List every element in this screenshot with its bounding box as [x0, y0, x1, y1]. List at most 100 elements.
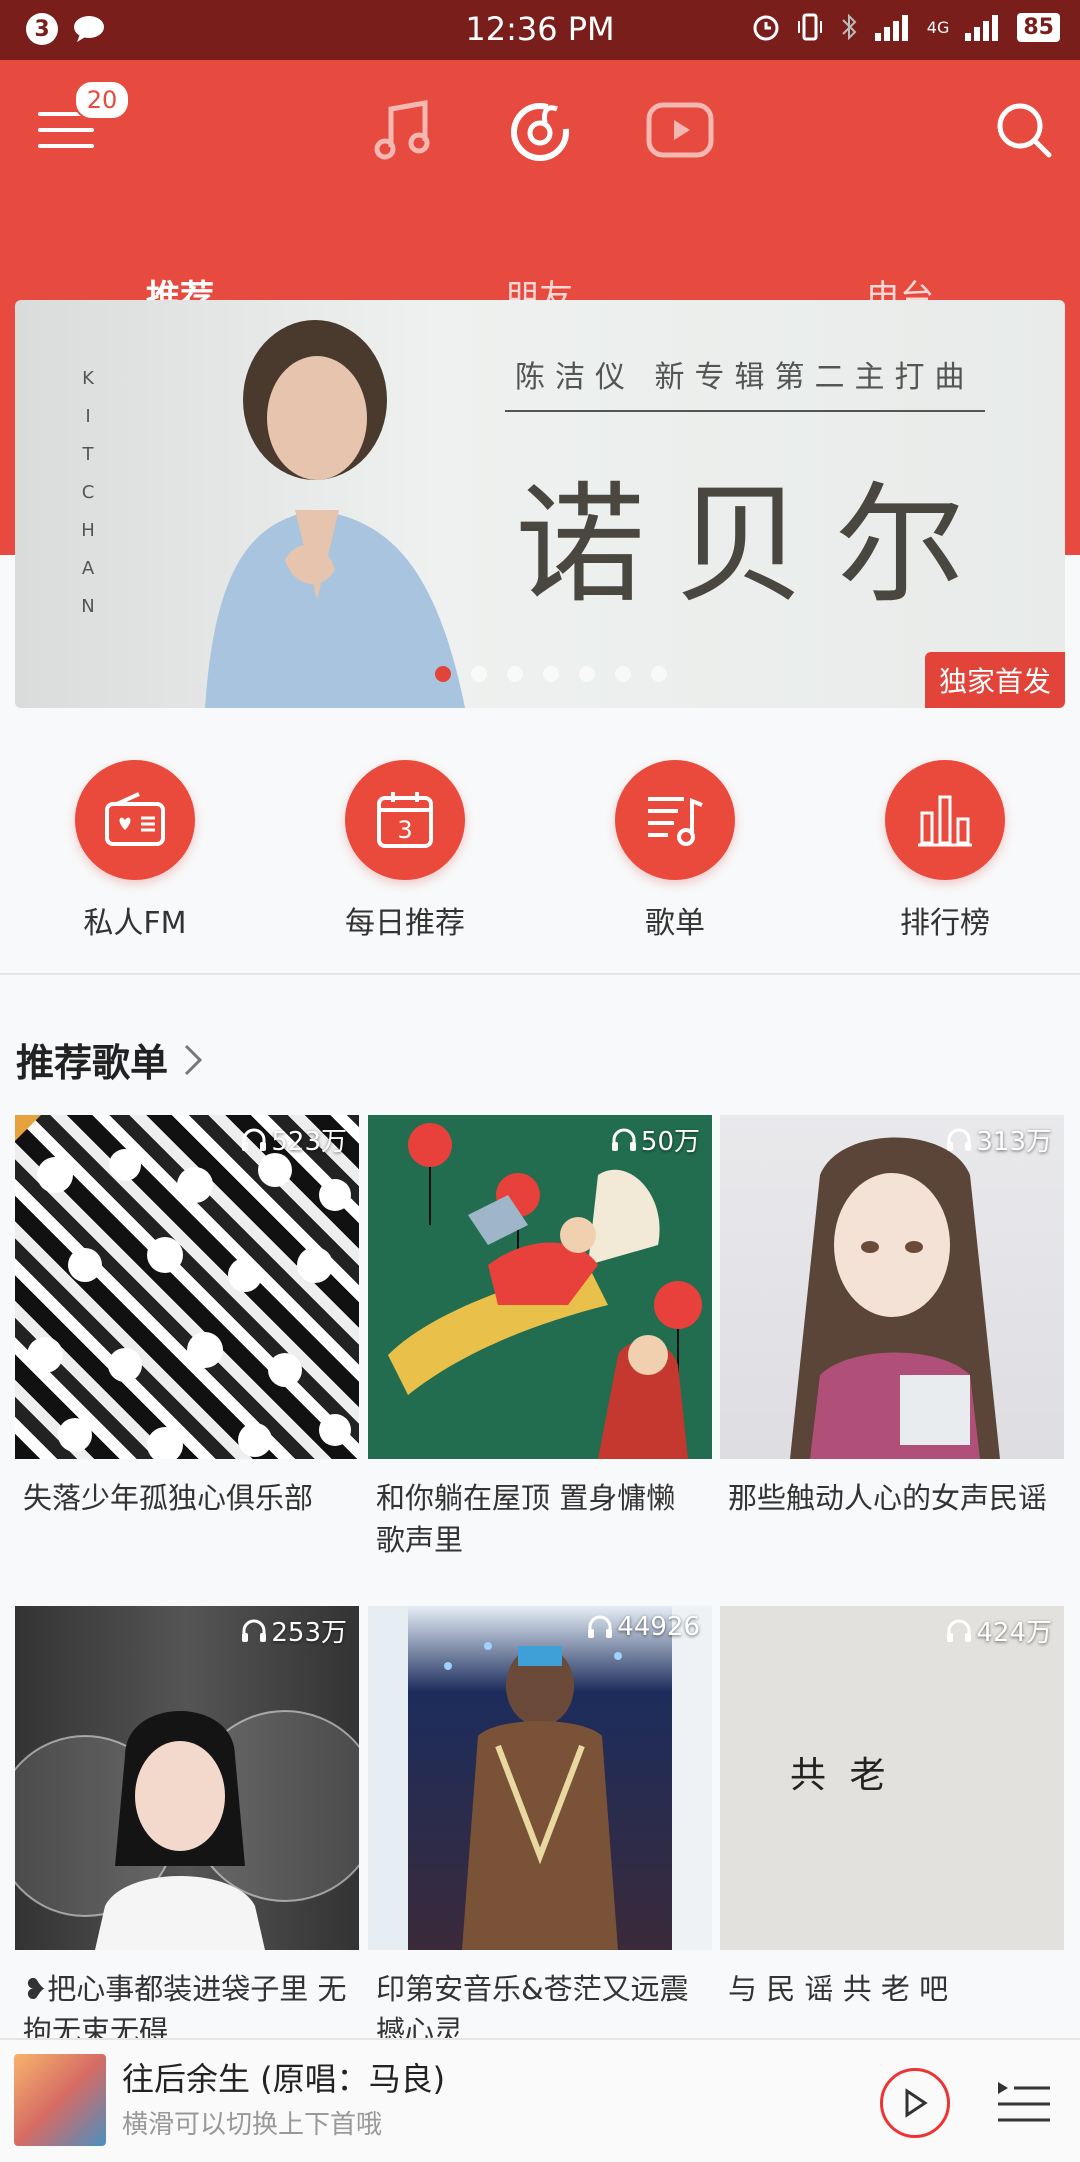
banner-title: 诺贝尔 [515, 469, 996, 621]
feature-playlists[interactable]: 歌单 [575, 760, 775, 942]
mini-player[interactable]: 往后余生 (原唱：马良) 横滑可以切换上下首哦 [0, 2038, 1080, 2162]
banner-rule [505, 410, 985, 412]
now-playing-title: 往后余生 (原唱：马良) [122, 2060, 446, 2098]
queue-list-icon [998, 2082, 1050, 2122]
banner-carousel[interactable]: KIT CHAN 陈洁仪 新专辑第二主打曲 诺贝尔 独家首发 [15, 300, 1065, 708]
headphones-icon [242, 1618, 267, 1642]
calendar-icon: 3 [377, 792, 433, 848]
play-count: 253万 [241, 1612, 347, 1649]
play-count-value: 253万 [271, 1618, 347, 1648]
banner-dot [579, 666, 595, 682]
play-button[interactable] [880, 2068, 950, 2138]
playlist-card[interactable]: 523万 失落少年孤独心俱乐部 [15, 1115, 359, 1519]
banner-dot-active [435, 666, 451, 682]
section-divider [0, 973, 1080, 975]
discover-tab-button[interactable] [504, 94, 576, 166]
cover-girl-bubbles [15, 1710, 359, 1950]
headphones-icon [242, 1127, 267, 1151]
playlist-card[interactable]: 44926 印第安音乐&苍茫又远震撼心灵 [368, 1606, 712, 2052]
banner-dot [651, 666, 667, 682]
feature-label: 歌单 [645, 906, 705, 941]
cover-crowd-art [15, 1115, 351, 1459]
banner-exclusive-tag: 独家首发 [925, 652, 1065, 708]
cover-performer [368, 1606, 712, 1950]
playlist-cover: 44926 [368, 1606, 712, 1950]
music-note-icon [374, 100, 430, 160]
banner-dot [471, 666, 487, 682]
feature-label: 每日推荐 [345, 906, 465, 941]
play-count: 424万 [946, 1612, 1052, 1649]
search-icon [997, 103, 1052, 158]
play-icon [905, 2088, 928, 2118]
banner-dot [543, 666, 559, 682]
feature-private-fm[interactable]: 私人FM [35, 760, 235, 942]
cover-illustration [388, 1123, 702, 1459]
banner-artist-image [205, 320, 465, 708]
playlist-title: 和你躺在屋顶 置身慵懒歌声里 [376, 1481, 676, 1557]
feature-circle [615, 760, 735, 880]
section-title: 推荐歌单 [16, 1041, 169, 1085]
playlist-cover: 共 老 424万 [720, 1606, 1064, 1950]
playlist-card[interactable]: 253万 ❥把心事都装进袋子里 无拘无束无碍 [15, 1606, 359, 2052]
feature-daily-recommend[interactable]: 3 每日推荐 [305, 760, 505, 942]
play-count: 44926 [587, 1612, 700, 1642]
video-play-icon [646, 102, 714, 158]
playlist-card[interactable]: 50万 和你躺在屋顶 置身慵懒歌声里 [368, 1115, 712, 1561]
vibrate-icon [797, 13, 822, 41]
video-tab-button[interactable] [644, 94, 716, 166]
play-count: 523万 [241, 1121, 347, 1158]
menu-notification-badge: 20 [74, 80, 130, 120]
banner-pagination [435, 666, 667, 682]
feature-label: 排行榜 [900, 906, 990, 941]
cover-text: 共 老 [790, 1755, 892, 1796]
banner-side-text: KIT CHAN [81, 368, 103, 617]
recommended-playlists-header[interactable]: 推荐歌单 [16, 1032, 204, 1087]
now-playing-hint: 横滑可以切换上下首哦 [122, 2110, 383, 2140]
playlist-title: 失落少年孤独心俱乐部 [23, 1481, 314, 1515]
banner-dot [615, 666, 631, 682]
playlist-queue-button[interactable] [996, 2076, 1052, 2128]
playlist-title: 那些触动人心的女声民谣 [728, 1481, 1048, 1515]
play-count-value: 424万 [976, 1618, 1052, 1648]
playlist-card[interactable]: 313万 那些触动人心的女声民谣 [720, 1115, 1064, 1519]
playlist-cover: 313万 [720, 1115, 1064, 1459]
now-playing-artwork [14, 2054, 106, 2146]
headphones-icon [588, 1615, 613, 1638]
search-button[interactable] [990, 96, 1058, 164]
bluetooth-icon [842, 13, 857, 41]
chevron-right-icon [184, 1044, 203, 1075]
status-bar: 3 12:36 PM 4G 85 [0, 0, 1080, 60]
playlist-icon [648, 797, 703, 846]
play-count: 313万 [946, 1121, 1052, 1158]
play-count-value: 313万 [976, 1127, 1052, 1157]
feature-circle [75, 760, 195, 880]
headphones-icon [611, 1127, 636, 1151]
feature-charts[interactable]: 排行榜 [845, 760, 1045, 942]
banner-dot [507, 666, 523, 682]
feature-circle [885, 760, 1005, 880]
play-count-value: 50万 [640, 1127, 700, 1157]
banner-subtitle: 陈洁仪 新专辑第二主打曲 [515, 360, 975, 395]
playlist-card[interactable]: 共 老 424万 与 民 谣 共 老 吧 [720, 1606, 1064, 2010]
play-count: 50万 [611, 1121, 700, 1158]
network-type: 4G [926, 17, 950, 37]
playlist-title: 与 民 谣 共 老 吧 [728, 1972, 949, 2006]
playlist-cover: 523万 [15, 1115, 359, 1459]
signal-icon [874, 15, 908, 41]
play-count-value: 523万 [271, 1127, 347, 1157]
battery-level: 85 [1017, 12, 1060, 42]
playlist-cover: 50万 [368, 1115, 712, 1459]
music-tab-button[interactable] [366, 94, 438, 166]
playlist-cover: 253万 [15, 1606, 359, 1950]
feature-circle: 3 [345, 760, 465, 880]
radio-icon [105, 792, 165, 846]
headphones-icon [947, 1127, 972, 1151]
signal-icon-2 [965, 15, 999, 41]
chart-icon [918, 795, 972, 847]
netease-logo-icon [511, 103, 569, 161]
play-count-value: 44926 [617, 1612, 700, 1642]
headphones-icon [947, 1618, 972, 1642]
cover-anime-girl [790, 1137, 1000, 1459]
feature-label: 私人FM [83, 906, 187, 941]
calendar-day: 3 [397, 816, 412, 844]
